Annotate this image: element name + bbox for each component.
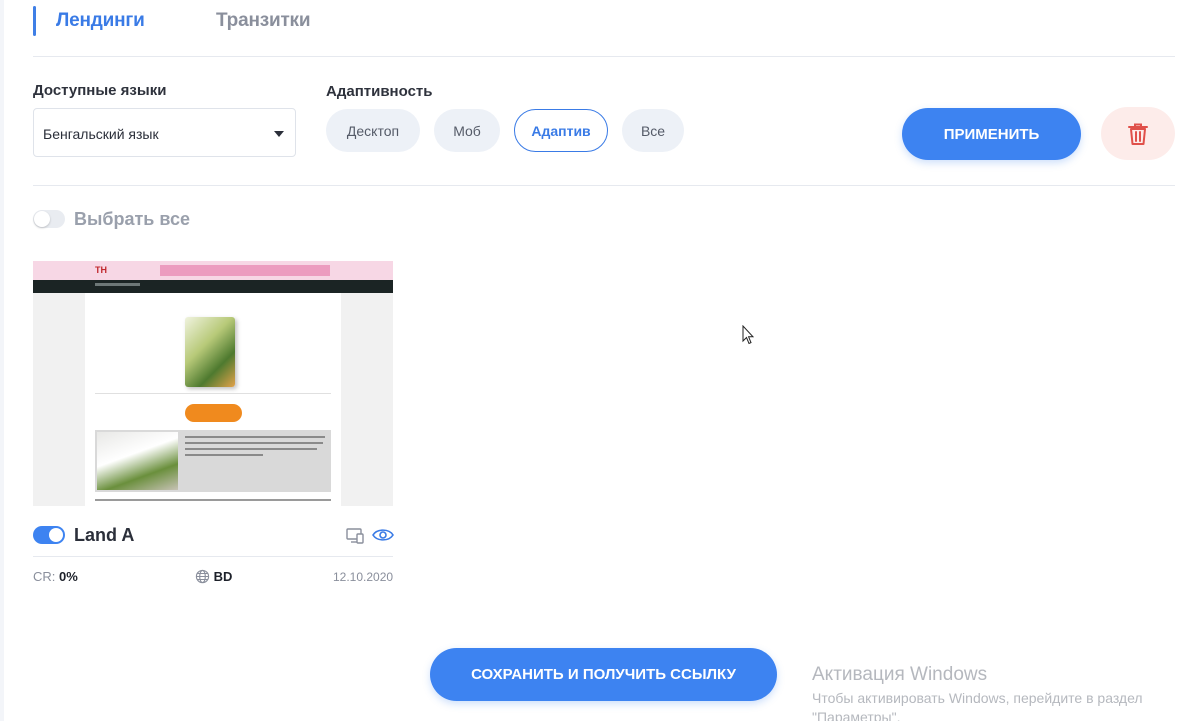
preview-text-line <box>185 436 325 438</box>
preview-content <box>85 293 341 506</box>
preview-photo <box>97 432 178 490</box>
mouse-cursor-icon <box>742 324 755 350</box>
eye-icon[interactable] <box>372 527 394 548</box>
trash-icon <box>1128 123 1148 145</box>
windows-activation-line2: "Параметры". <box>812 709 901 721</box>
languages-label: Доступные языки <box>33 82 167 99</box>
desktop-icon[interactable] <box>346 528 364 549</box>
preview-rule <box>95 393 331 394</box>
toggle-knob <box>34 211 50 227</box>
preview-text-line <box>185 448 317 450</box>
windows-activation-title: Активация Windows <box>812 664 988 685</box>
toggle-knob <box>49 528 63 542</box>
preview-menu <box>160 265 330 276</box>
language-select[interactable]: Бенгальский язык <box>33 108 296 157</box>
country-stat: BD <box>195 569 232 584</box>
tabs-divider <box>33 56 1175 57</box>
globe-icon <box>195 569 210 584</box>
cr-label: CR: <box>33 569 56 584</box>
windows-activation-line1: Чтобы активировать Windows, перейдите в … <box>812 690 1143 706</box>
preview-product-image <box>185 317 235 387</box>
preview-text-line <box>185 442 323 444</box>
apply-button[interactable]: ПРИМЕНИТЬ <box>902 108 1081 160</box>
card-divider <box>33 556 393 557</box>
card-date: 12.10.2020 <box>333 570 394 584</box>
save-and-get-link-button[interactable]: СОХРАНИТЬ И ПОЛУЧИТЬ ССЫЛКУ <box>430 648 777 701</box>
delete-button[interactable] <box>1101 107 1175 160</box>
chevron-down-icon <box>274 131 284 137</box>
land-toggle[interactable] <box>33 526 65 544</box>
chip-all[interactable]: Все <box>622 109 684 152</box>
tab-transits[interactable]: Транзитки <box>216 10 311 32</box>
preview-text-box <box>95 430 331 492</box>
active-tab-indicator <box>33 6 36 36</box>
select-all-label: Выбрать все <box>74 209 191 229</box>
preview-darkbar-text <box>95 283 140 286</box>
preview-topbar: TH <box>33 261 393 280</box>
chip-adaptive[interactable]: Адаптив <box>514 109 608 152</box>
left-edge <box>0 0 4 721</box>
tab-bar: Лендинги Транзитки <box>33 4 1175 36</box>
adaptivity-label: Адаптивность <box>326 83 433 100</box>
cr-stat: CR: 0% <box>33 569 78 584</box>
card-title: Land A <box>74 525 135 545</box>
language-select-value: Бенгальский язык <box>43 126 159 142</box>
filters-divider <box>33 185 1175 186</box>
select-all-toggle[interactable] <box>33 210 65 228</box>
preview-order-button <box>185 404 242 422</box>
tab-landings[interactable]: Лендинги <box>56 10 145 32</box>
preview-text-line <box>185 454 263 456</box>
landing-preview[interactable]: TH <box>33 261 393 506</box>
chip-mobile[interactable]: Моб <box>434 109 500 152</box>
preview-logo: TH <box>95 265 107 275</box>
chip-desktop[interactable]: Десктоп <box>326 109 420 152</box>
preview-darkbar <box>33 280 393 293</box>
country-code: BD <box>213 569 233 584</box>
cr-value: 0% <box>59 569 78 584</box>
preview-bottom-text <box>95 499 331 501</box>
